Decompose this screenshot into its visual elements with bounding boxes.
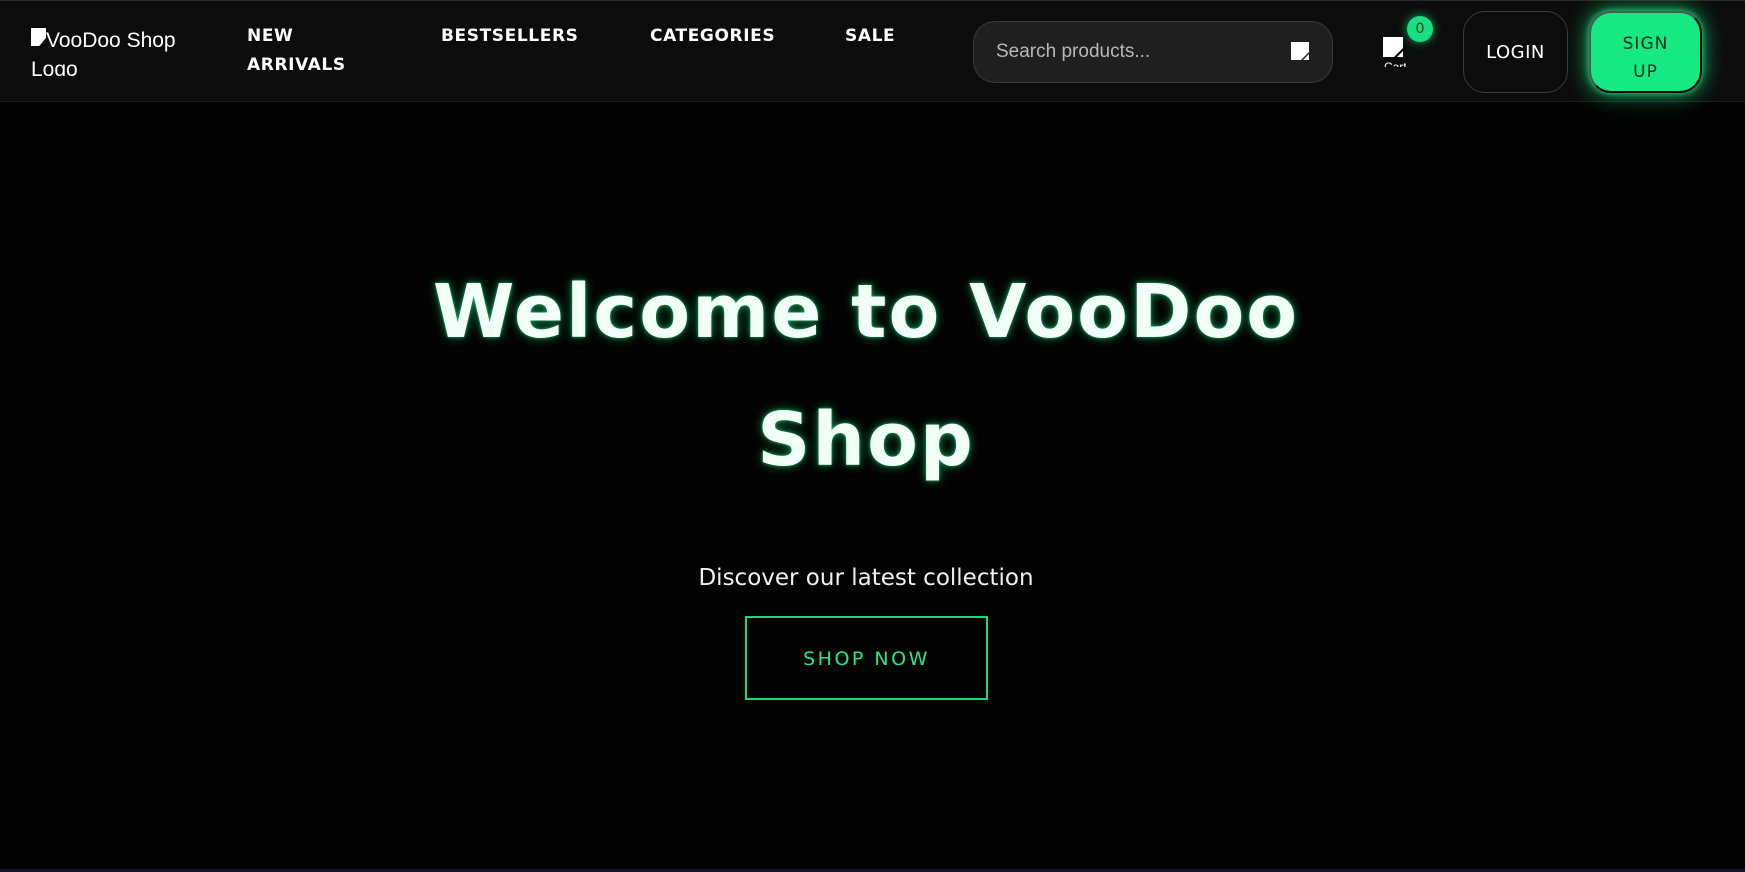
cart-count-badge: 0: [1407, 16, 1433, 42]
nav-new-arrivals[interactable]: NEW ARRIVALS: [247, 22, 357, 80]
site-header: VooDoo Shop Logo NEW ARRIVALS BESTSELLER…: [0, 0, 1745, 102]
search-bar: [973, 21, 1333, 83]
broken-image-icon: [31, 28, 46, 46]
site-logo-link[interactable]: VooDoo Shop Logo: [31, 26, 191, 76]
search-icon[interactable]: [1290, 41, 1310, 61]
login-button[interactable]: LOGIN: [1463, 11, 1568, 93]
cart-alt-text: Cart: [1384, 61, 1406, 67]
shop-now-button[interactable]: SHOP NOW: [745, 616, 988, 700]
nav-sale[interactable]: SALE: [845, 22, 895, 51]
logo-alt-text: VooDoo Shop Logo: [31, 29, 176, 76]
cart-icon: [1383, 37, 1405, 59]
hero-title: Welcome to VooDoo Shop: [432, 269, 1300, 483]
nav-categories[interactable]: CATEGORIES: [650, 22, 775, 51]
nav-bestsellers[interactable]: BESTSELLERS: [441, 22, 578, 51]
search-input[interactable]: [994, 22, 1274, 82]
hero-subtitle: Discover our latest collection: [698, 565, 1034, 591]
signup-button[interactable]: SIGN UP: [1589, 11, 1702, 93]
page: VooDoo Shop Logo NEW ARRIVALS BESTSELLER…: [0, 0, 1745, 872]
